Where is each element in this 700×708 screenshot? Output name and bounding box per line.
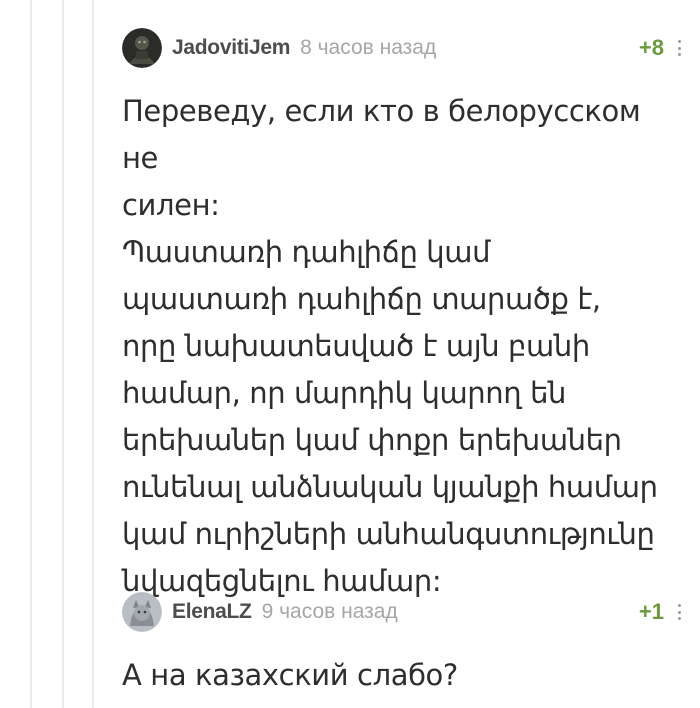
more-options-icon[interactable] xyxy=(678,604,682,620)
comment-author[interactable]: JadovitiJem xyxy=(172,36,290,60)
thread-line-middle xyxy=(62,0,64,708)
comment: JadovitiJem 8 часов назад +8 Переведу, е… xyxy=(122,28,682,605)
thread-line-outer xyxy=(30,0,32,708)
comment-rating: +8 xyxy=(638,35,664,60)
comment-timestamp[interactable]: 9 часов назад xyxy=(262,600,398,624)
comment-header: ElenaLZ 9 часов назад +1 xyxy=(122,592,682,632)
comment-header: JadovitiJem 8 часов назад +8 xyxy=(122,28,682,68)
user-avatar-cat-icon[interactable] xyxy=(122,592,162,632)
thread-line-inner[interactable] xyxy=(92,0,94,708)
more-options-icon[interactable] xyxy=(678,40,682,56)
comment-text: А на казахский слабо? xyxy=(122,658,458,692)
comment-rating: +1 xyxy=(638,599,664,624)
comment-author[interactable]: ElenaLZ xyxy=(172,600,252,624)
user-avatar-dark-icon[interactable] xyxy=(122,28,162,68)
comment: ElenaLZ 9 часов назад +1 А на казахский … xyxy=(122,592,682,699)
comment-text: Переведу, если кто в белорусском не силе… xyxy=(122,94,658,598)
comment-timestamp[interactable]: 8 часов назад xyxy=(300,36,436,60)
